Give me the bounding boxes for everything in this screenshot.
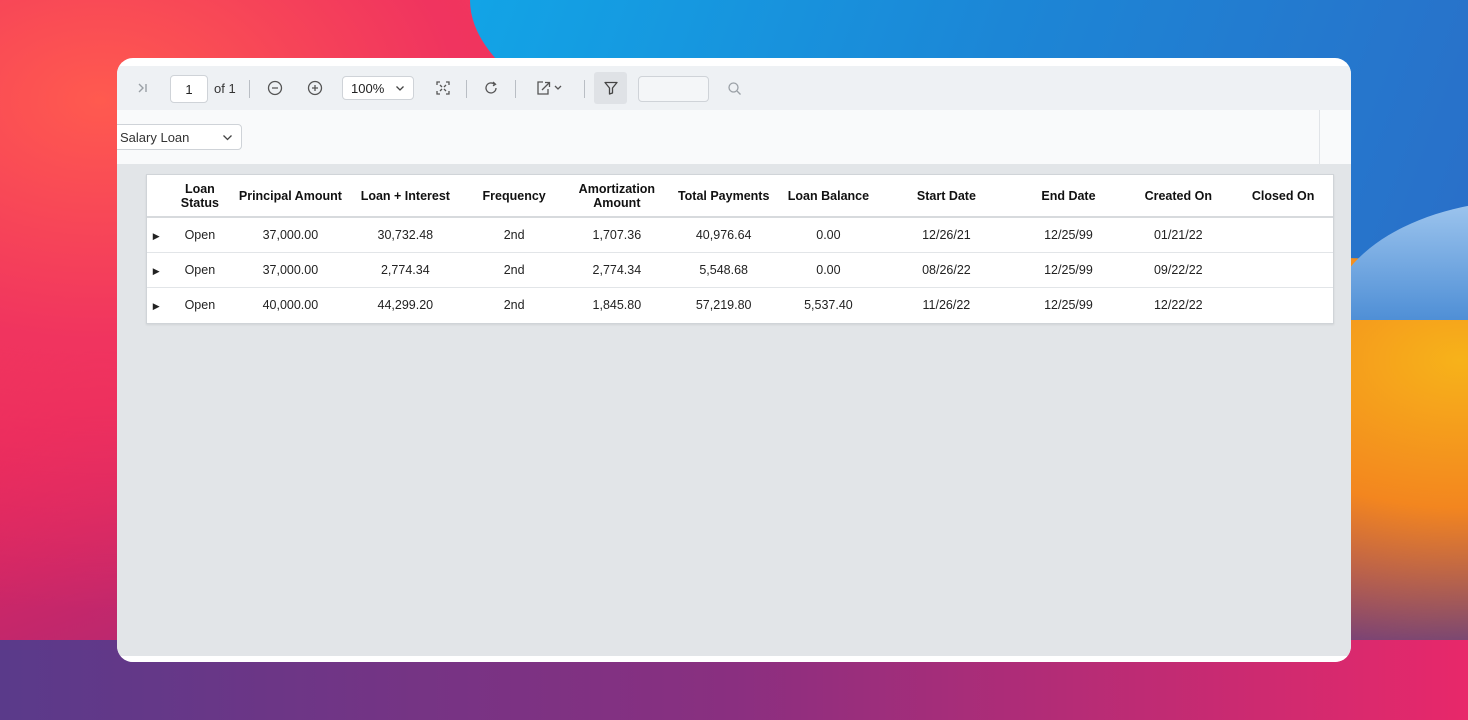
table-cell: 1,845.80	[592, 298, 642, 312]
table-row: ▶ Open 40,000.00 44,299.20 2nd 1,845.80 …	[147, 288, 1333, 323]
table-cell: 2nd	[464, 217, 564, 253]
table-cell: 1,707.36	[563, 217, 670, 253]
table-cell	[1233, 252, 1333, 288]
expand-row-icon[interactable]: ▶	[147, 252, 166, 288]
column-header-end-date[interactable]: End Date	[1013, 175, 1124, 218]
column-header-loan-interest[interactable]: Loan + Interest	[346, 175, 465, 218]
toolbar-divider	[515, 80, 516, 98]
zoom-level-select[interactable]: 100%	[342, 76, 414, 100]
column-header-loan-status[interactable]: Loan Status	[165, 175, 235, 218]
table-row: ▶ Open 37,000.00 2,774.34 2nd 2,774.34 5…	[147, 252, 1333, 288]
filter-icon	[603, 80, 619, 96]
table-cell: Open	[165, 217, 235, 253]
loan-report-table: Loan Status Principal Amount Loan + Inte…	[146, 174, 1334, 324]
loan-type-select[interactable]: Salary Loan	[117, 124, 242, 150]
page-number-input[interactable]: 1	[170, 75, 208, 103]
table-cell: 30,732.48	[346, 217, 465, 253]
table-cell: 12/22/22	[1153, 298, 1203, 312]
table-cell: 40,976.64	[669, 217, 778, 253]
toolbar-divider	[584, 80, 585, 98]
report-toolbar: 1 of 1 100%	[117, 66, 1351, 111]
column-header-start-date[interactable]: Start Date	[879, 175, 1014, 218]
table-cell: 12/25/99	[1013, 252, 1124, 288]
column-header	[147, 175, 166, 218]
table-cell: 2,774.34	[346, 252, 465, 288]
table-cell: 37,000.00	[234, 252, 347, 288]
table-cell: 11/26/22	[922, 298, 971, 312]
table-cell: Open	[165, 252, 235, 288]
export-icon[interactable]	[533, 78, 567, 98]
table-cell: 44,299.20	[377, 298, 434, 312]
expand-row-icon[interactable]: ▶	[147, 288, 165, 323]
table-cell: 12/25/99	[1044, 298, 1093, 312]
table-cell: 0.00	[777, 217, 880, 253]
toolbar-divider	[466, 80, 467, 98]
table-cell	[1233, 217, 1333, 253]
table-cell: 12/26/21	[879, 217, 1014, 253]
zoom-level-value: 100%	[351, 80, 385, 96]
table-cell: 0.00	[777, 252, 880, 288]
table-cell: Open	[184, 298, 216, 312]
table-cell: 5,537.40	[804, 298, 853, 312]
table-header-row: Loan Status Principal Amount Loan + Inte…	[147, 175, 1333, 218]
parameters-bar: Salary Loan	[117, 110, 1351, 165]
zoom-out-icon[interactable]	[265, 78, 285, 98]
zoom-in-icon[interactable]	[305, 78, 325, 98]
table-cell: 01/21/22	[1123, 217, 1234, 253]
chevron-down-icon	[395, 83, 405, 93]
column-header-principal-amount[interactable]: Principal Amount	[234, 175, 347, 218]
fit-page-icon[interactable]	[433, 78, 453, 98]
chevron-down-icon	[222, 132, 233, 143]
column-header-loan-balance[interactable]: Loan Balance	[777, 175, 880, 218]
report-content: Loan Status Principal Amount Loan + Inte…	[117, 164, 1351, 656]
report-viewer-window: 1 of 1 100% Salary Loan Loan Status Prin…	[117, 58, 1351, 662]
column-header-created-on[interactable]: Created On	[1123, 175, 1234, 218]
table-cell: 5,548.68	[669, 252, 778, 288]
search-icon[interactable]	[724, 78, 744, 98]
filter-button[interactable]	[594, 72, 627, 104]
expand-row-icon[interactable]: ▶	[147, 217, 166, 253]
table-cell: 2,774.34	[563, 252, 670, 288]
table-cell: 40,000.00	[262, 298, 319, 312]
last-page-icon[interactable]	[135, 78, 151, 98]
page-count-label: of 1	[214, 80, 236, 96]
parameters-divider	[1319, 110, 1320, 164]
table-cell: 57,219.80	[695, 298, 752, 312]
table-cell: 2nd	[503, 298, 525, 312]
table-row: ▶ Open 37,000.00 30,732.48 2nd 1,707.36 …	[147, 217, 1333, 253]
window-bottom-edge	[117, 656, 1351, 662]
table-cell: 37,000.00	[234, 217, 347, 253]
table-cell: 12/25/99	[1013, 217, 1124, 253]
table-cell: 2nd	[464, 252, 564, 288]
column-header-frequency[interactable]: Frequency	[464, 175, 564, 218]
column-header-total-payments[interactable]: Total Payments	[669, 175, 778, 218]
loan-type-value: Salary Loan	[120, 129, 190, 145]
table-cell: 08/26/22	[879, 252, 1014, 288]
column-header-closed-on[interactable]: Closed On	[1233, 175, 1333, 218]
column-header-amortization-amount[interactable]: Amortization Amount	[563, 175, 670, 218]
table-cell: 09/22/22	[1123, 252, 1234, 288]
table-cell	[1233, 288, 1333, 323]
refresh-icon[interactable]	[481, 78, 501, 98]
search-input[interactable]	[638, 76, 709, 102]
toolbar-divider	[249, 80, 250, 98]
